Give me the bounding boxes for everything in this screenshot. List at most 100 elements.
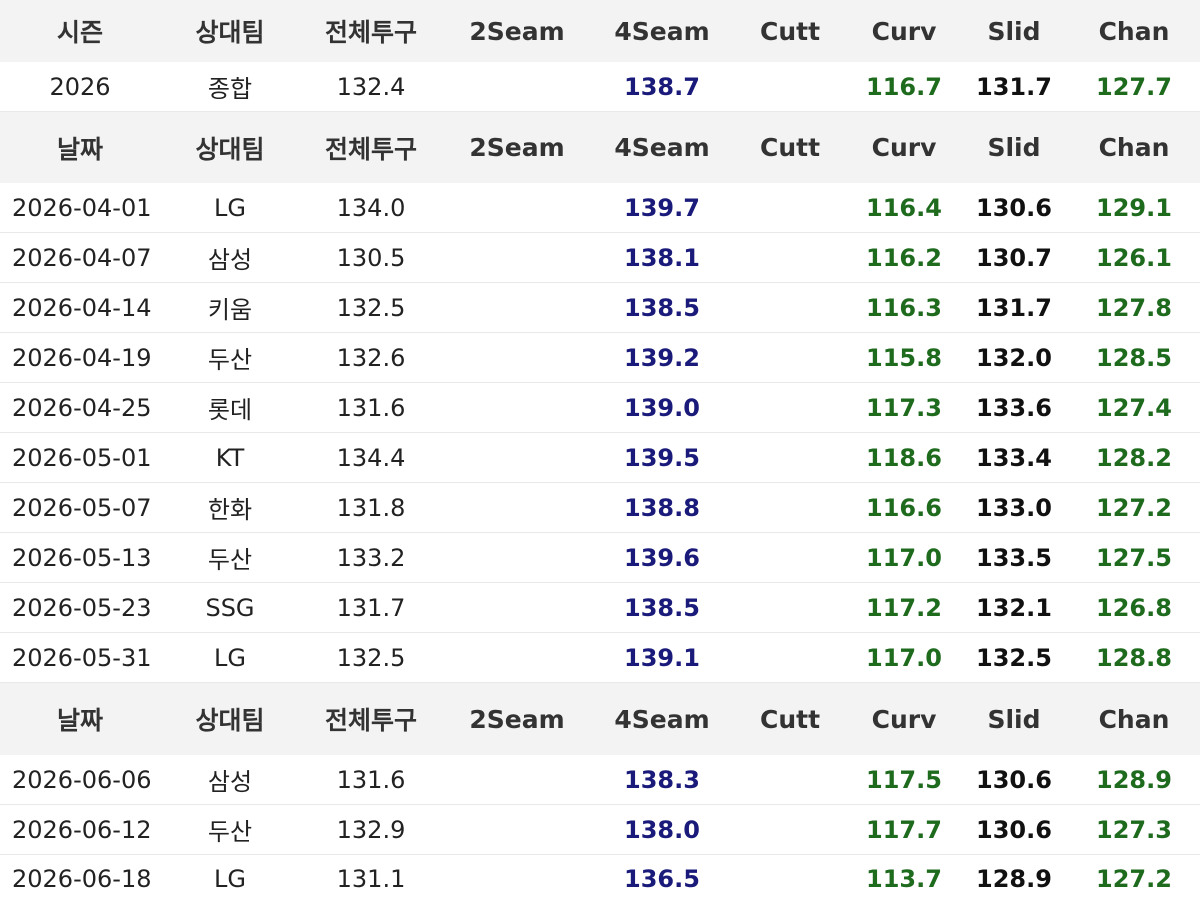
cell-four-seam: 138.1 xyxy=(592,233,732,283)
cell-changeup: 129.1 xyxy=(1068,183,1200,233)
cell-changeup: 127.7 xyxy=(1068,62,1200,112)
cell-four-seam: 138.0 xyxy=(592,805,732,855)
table-row: 2026-04-14키움132.5138.5116.3131.7127.8 xyxy=(0,283,1200,333)
cell-opponent: 종합 xyxy=(160,62,300,112)
cell-season-date: 2026-05-23 xyxy=(0,583,160,633)
cell-cutter xyxy=(732,283,848,333)
cell-opponent: KT xyxy=(160,433,300,483)
table-row: 2026-05-01KT134.4139.5118.6133.4128.2 xyxy=(0,433,1200,483)
cell-curve: 116.4 xyxy=(848,183,960,233)
column-header-curve: Curv xyxy=(848,683,960,756)
column-header-four-seam: 4Seam xyxy=(592,112,732,184)
cell-slider: 131.7 xyxy=(960,283,1068,333)
cell-slider: 133.0 xyxy=(960,483,1068,533)
cell-two-seam xyxy=(442,583,592,633)
column-header-total-pitch: 전체투구 xyxy=(300,0,442,62)
cell-two-seam xyxy=(442,633,592,683)
cell-curve: 117.3 xyxy=(848,383,960,433)
cell-opponent: 삼성 xyxy=(160,755,300,805)
cell-curve: 117.0 xyxy=(848,633,960,683)
cell-curve: 117.5 xyxy=(848,755,960,805)
cell-opponent: LG xyxy=(160,183,300,233)
cell-season-date: 2026-04-14 xyxy=(0,283,160,333)
cell-two-seam xyxy=(442,483,592,533)
cell-opponent: 한화 xyxy=(160,483,300,533)
cell-changeup: 126.8 xyxy=(1068,583,1200,633)
table-row: 2026-04-25롯데131.6139.0117.3133.6127.4 xyxy=(0,383,1200,433)
cell-two-seam xyxy=(442,855,592,903)
cell-two-seam xyxy=(442,283,592,333)
table-row: 2026-06-12두산132.9138.0117.7130.6127.3 xyxy=(0,805,1200,855)
cell-opponent: LG xyxy=(160,633,300,683)
cell-total-pitch: 131.6 xyxy=(300,383,442,433)
table-row: 2026-05-13두산133.2139.6117.0133.5127.5 xyxy=(0,533,1200,583)
column-header-opponent: 상대팀 xyxy=(160,112,300,184)
cell-cutter xyxy=(732,333,848,383)
cell-total-pitch: 132.6 xyxy=(300,333,442,383)
cell-cutter xyxy=(732,755,848,805)
table-body: 시즌상대팀전체투구2Seam4SeamCuttCurvSlidChan2026종… xyxy=(0,0,1200,903)
cell-season-date: 2026-06-18 xyxy=(0,855,160,903)
cell-two-seam xyxy=(442,183,592,233)
column-header-season-date: 시즌 xyxy=(0,0,160,62)
table-row: 2026-04-07삼성130.5138.1116.2130.7126.1 xyxy=(0,233,1200,283)
cell-total-pitch: 132.5 xyxy=(300,633,442,683)
cell-changeup: 128.8 xyxy=(1068,633,1200,683)
column-header-curve: Curv xyxy=(848,0,960,62)
cell-cutter xyxy=(732,633,848,683)
cell-two-seam xyxy=(442,383,592,433)
column-header-slider: Slid xyxy=(960,112,1068,184)
table-row: 2026-05-23SSG131.7138.5117.2132.1126.8 xyxy=(0,583,1200,633)
cell-two-seam xyxy=(442,805,592,855)
cell-curve: 117.0 xyxy=(848,533,960,583)
column-header-total-pitch: 전체투구 xyxy=(300,112,442,184)
cell-changeup: 127.2 xyxy=(1068,855,1200,903)
column-header-slider: Slid xyxy=(960,683,1068,756)
column-header-season-date: 날짜 xyxy=(0,683,160,756)
table-row: 2026-05-31LG132.5139.1117.0132.5128.8 xyxy=(0,633,1200,683)
cell-opponent: 키움 xyxy=(160,283,300,333)
cell-four-seam: 138.7 xyxy=(592,62,732,112)
cell-four-seam: 138.5 xyxy=(592,583,732,633)
cell-season-date: 2026-06-06 xyxy=(0,755,160,805)
cell-slider: 131.7 xyxy=(960,62,1068,112)
cell-curve: 116.7 xyxy=(848,62,960,112)
cell-slider: 128.9 xyxy=(960,855,1068,903)
cell-curve: 116.2 xyxy=(848,233,960,283)
cell-changeup: 126.1 xyxy=(1068,233,1200,283)
cell-changeup: 127.4 xyxy=(1068,383,1200,433)
cell-total-pitch: 131.1 xyxy=(300,855,442,903)
cell-changeup: 128.2 xyxy=(1068,433,1200,483)
cell-total-pitch: 131.6 xyxy=(300,755,442,805)
column-header-four-seam: 4Seam xyxy=(592,0,732,62)
cell-cutter xyxy=(732,533,848,583)
cell-two-seam xyxy=(442,433,592,483)
table-row: 2026-04-19두산132.6139.2115.8132.0128.5 xyxy=(0,333,1200,383)
cell-two-seam xyxy=(442,233,592,283)
cell-opponent: 두산 xyxy=(160,533,300,583)
cell-cutter xyxy=(732,183,848,233)
cell-changeup: 127.2 xyxy=(1068,483,1200,533)
cell-two-seam xyxy=(442,533,592,583)
cell-four-seam: 139.6 xyxy=(592,533,732,583)
cell-four-seam: 139.7 xyxy=(592,183,732,233)
cell-total-pitch: 134.4 xyxy=(300,433,442,483)
cell-four-seam: 139.2 xyxy=(592,333,732,383)
column-header-two-seam: 2Seam xyxy=(442,0,592,62)
cell-slider: 132.5 xyxy=(960,633,1068,683)
column-header-opponent: 상대팀 xyxy=(160,683,300,756)
cell-season-date: 2026 xyxy=(0,62,160,112)
column-header-cutter: Cutt xyxy=(732,112,848,184)
cell-season-date: 2026-05-31 xyxy=(0,633,160,683)
cell-changeup: 127.3 xyxy=(1068,805,1200,855)
cell-slider: 130.7 xyxy=(960,233,1068,283)
cell-season-date: 2026-06-12 xyxy=(0,805,160,855)
cell-changeup: 127.8 xyxy=(1068,283,1200,333)
cell-changeup: 127.5 xyxy=(1068,533,1200,583)
cell-curve: 118.6 xyxy=(848,433,960,483)
cell-two-seam xyxy=(442,333,592,383)
column-header-changeup: Chan xyxy=(1068,0,1200,62)
cell-slider: 130.6 xyxy=(960,805,1068,855)
cell-slider: 130.6 xyxy=(960,755,1068,805)
cell-total-pitch: 130.5 xyxy=(300,233,442,283)
